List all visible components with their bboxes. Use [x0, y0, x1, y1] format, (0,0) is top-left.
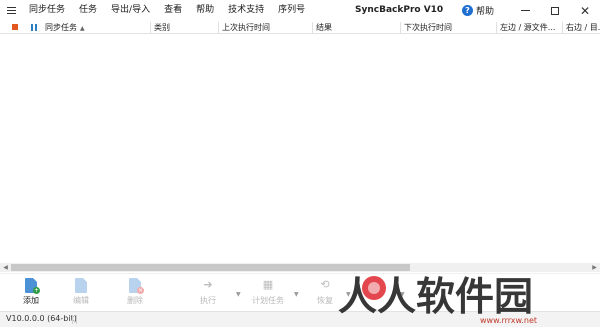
menu-export-import[interactable]: 导出/导入	[104, 0, 157, 21]
restore-button-label: 恢复	[317, 296, 333, 305]
watermark-text: 人人软件园	[338, 275, 534, 320]
menu-help[interactable]: 帮助	[189, 0, 221, 21]
minimize-icon	[520, 10, 530, 11]
close-icon: ✕	[579, 3, 591, 18]
schedule-button-label: 计划任务	[252, 296, 284, 305]
scroll-right-icon[interactable]: ▶	[589, 263, 600, 272]
minimize-button[interactable]	[510, 0, 540, 21]
column-divider[interactable]	[400, 22, 401, 33]
pause-icon[interactable]	[31, 24, 37, 31]
column-type[interactable]: 类别	[154, 21, 218, 34]
run-button[interactable]: ➜ 执行	[194, 276, 222, 310]
restore-button[interactable]: ⟲ 恢复	[314, 276, 336, 310]
maximize-icon	[551, 6, 559, 15]
status-divider	[72, 315, 73, 324]
run-icon: ➜	[203, 278, 213, 291]
schedule-button[interactable]: ▦ 计划任务	[250, 276, 286, 310]
status-divider	[76, 315, 77, 324]
hamburger-menu-icon[interactable]	[0, 0, 22, 21]
menu-task[interactable]: 任务	[72, 0, 104, 21]
run-button-label: 执行	[200, 296, 216, 305]
restore-icon: ⟲	[320, 278, 330, 291]
column-divider[interactable]	[218, 22, 219, 33]
edit-button-label: 编辑	[73, 296, 89, 305]
menu-profiles[interactable]: 同步任务	[22, 0, 72, 21]
column-left-source[interactable]: 左边 / 源文件...	[500, 21, 562, 34]
column-divider[interactable]	[150, 22, 151, 33]
stop-icon[interactable]	[12, 24, 18, 30]
column-next-run[interactable]: 下次执行时间	[404, 21, 496, 34]
menu-serial[interactable]: 序列号	[271, 0, 312, 21]
column-right-destination[interactable]: 右边 / 目...	[566, 21, 600, 34]
column-profile-label: 同步任务	[45, 23, 77, 32]
schedule-dropdown-icon[interactable]: ▼	[294, 291, 299, 298]
edit-profile-icon	[75, 278, 87, 293]
app-title: SyncBackPro V10	[355, 5, 444, 15]
watermark-url: www.rrrxw.net	[480, 316, 538, 325]
title-bar: 同步任务 任务 导出/导入 查看 帮助 技术支持 序列号 SyncBackPro…	[0, 0, 600, 21]
maximize-button[interactable]	[540, 0, 570, 21]
column-last-run[interactable]: 上次执行时间	[222, 21, 312, 34]
menu-bar: 同步任务 任务 导出/导入 查看 帮助 技术支持 序列号	[22, 0, 312, 21]
profile-list[interactable]	[0, 35, 600, 261]
menu-view[interactable]: 查看	[157, 0, 189, 21]
delete-button[interactable]: × 删除	[122, 276, 148, 310]
column-result[interactable]: 结果	[316, 21, 400, 34]
delete-button-label: 删除	[127, 296, 143, 305]
column-divider[interactable]	[562, 22, 563, 33]
menu-support[interactable]: 技术支持	[221, 0, 271, 21]
add-button-label: 添加	[23, 296, 39, 305]
add-button[interactable]: + 添加	[18, 276, 44, 310]
help-button[interactable]: ? 帮助	[462, 4, 494, 17]
run-dropdown-icon[interactable]: ▼	[236, 291, 241, 298]
edit-button[interactable]: 编辑	[68, 276, 94, 310]
close-button[interactable]: ✕	[570, 0, 600, 21]
help-label: 帮助	[476, 7, 495, 17]
question-circle-icon: ?	[462, 5, 473, 16]
delete-profile-icon: ×	[129, 278, 144, 294]
column-profile[interactable]: 同步任务 ▲	[45, 21, 150, 34]
add-profile-icon: +	[25, 278, 40, 294]
scroll-left-icon[interactable]: ◀	[0, 263, 11, 272]
column-divider[interactable]	[496, 22, 497, 33]
schedule-icon: ▦	[262, 278, 274, 291]
column-divider[interactable]	[312, 22, 313, 33]
sort-ascending-icon: ▲	[80, 25, 85, 32]
version-text: V10.0.0.0 (64-bit)	[6, 314, 77, 323]
column-header: 同步任务 ▲ 类别 上次执行时间 结果 下次执行时间 左边 / 源文件... 右边…	[0, 21, 600, 34]
